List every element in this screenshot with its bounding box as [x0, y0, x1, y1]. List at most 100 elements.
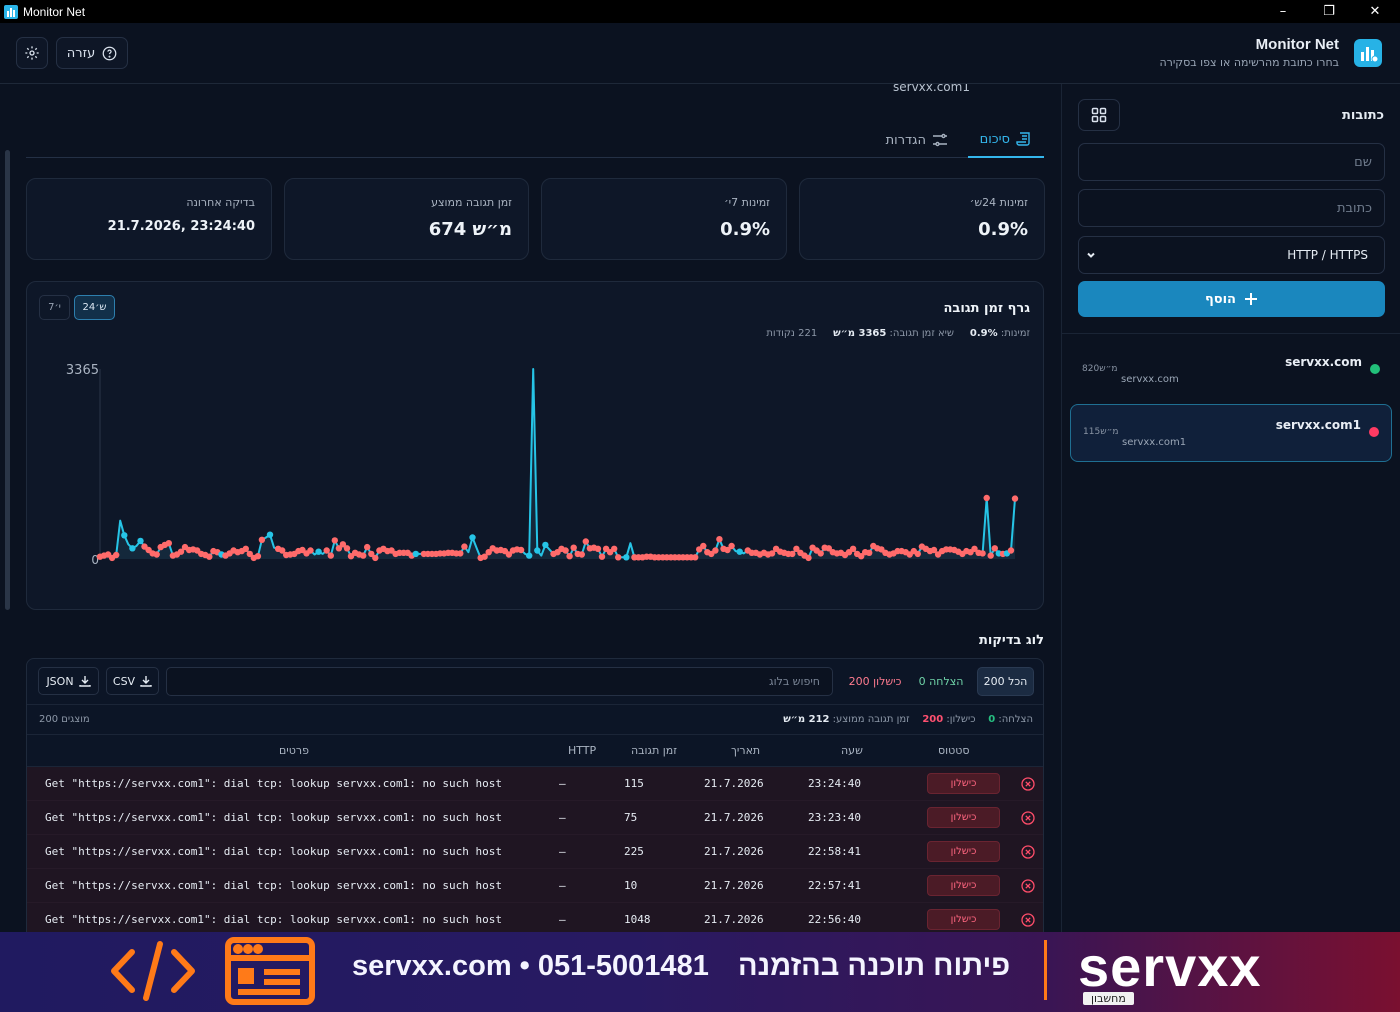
- cell-time: 22:58:41: [808, 845, 861, 858]
- close-button[interactable]: ✕: [1352, 0, 1398, 23]
- data-point[interactable]: [129, 545, 136, 552]
- data-point[interactable]: [578, 551, 585, 558]
- data-point[interactable]: [323, 547, 330, 554]
- table-row[interactable]: Get "https://servxx.com1": dial tcp: loo…: [27, 835, 1043, 869]
- data-point[interactable]: [849, 545, 857, 552]
- data-point[interactable]: [343, 545, 351, 552]
- data-point[interactable]: [534, 547, 541, 554]
- data-point[interactable]: [242, 545, 249, 552]
- data-point[interactable]: [692, 554, 699, 561]
- data-point[interactable]: [307, 547, 314, 554]
- data-point[interactable]: [266, 531, 274, 538]
- data-point[interactable]: [594, 545, 602, 552]
- minimize-button[interactable]: –: [1260, 0, 1306, 23]
- data-point[interactable]: [805, 554, 812, 562]
- error-circle-icon: [1021, 913, 1035, 927]
- data-point[interactable]: [206, 553, 213, 560]
- data-point[interactable]: [457, 550, 464, 557]
- add-label: הוסף: [1204, 291, 1236, 307]
- data-point[interactable]: [1007, 547, 1015, 554]
- cell-details: Get "https://servxx.com1": dial tcp: loo…: [45, 913, 502, 926]
- data-point[interactable]: [542, 541, 549, 549]
- data-point[interactable]: [364, 543, 371, 551]
- data-point[interactable]: [372, 554, 379, 562]
- data-point[interactable]: [914, 550, 921, 558]
- data-point[interactable]: [469, 534, 476, 541]
- data-point[interactable]: [582, 538, 589, 545]
- data-point[interactable]: [327, 552, 334, 559]
- data-point[interactable]: [570, 544, 577, 551]
- data-point[interactable]: [736, 548, 743, 555]
- data-point[interactable]: [121, 532, 128, 539]
- table-row[interactable]: Get "https://servxx.com1": dial tcp: loo…: [27, 767, 1043, 801]
- data-point[interactable]: [615, 554, 622, 561]
- filter-success-button[interactable]: הצלחה 0: [911, 667, 971, 696]
- cell-date: 21.7.2026: [704, 879, 764, 892]
- tab-bar: סיכום הגדרות: [26, 122, 1044, 158]
- data-point[interactable]: [566, 553, 573, 560]
- data-point[interactable]: [598, 553, 606, 560]
- main-scrollbar[interactable]: [2, 84, 10, 932]
- data-point[interactable]: [562, 547, 569, 554]
- data-point[interactable]: [526, 552, 533, 559]
- data-point[interactable]: [817, 550, 824, 557]
- settings-button[interactable]: [16, 37, 48, 69]
- data-point[interactable]: [315, 548, 322, 555]
- data-point[interactable]: [728, 542, 735, 550]
- log-search-input[interactable]: [166, 667, 833, 696]
- data-point[interactable]: [137, 537, 144, 545]
- data-point[interactable]: [331, 537, 338, 544]
- data-point[interactable]: [866, 549, 873, 556]
- address-input[interactable]: [1078, 189, 1385, 227]
- site-item-servxx-com1[interactable]: servxx.com1 servxx.com1 115מ״ש: [1070, 404, 1392, 462]
- tab-summary[interactable]: סיכום: [967, 122, 1044, 158]
- download-icon: [140, 676, 152, 687]
- cell-response: 225: [624, 845, 644, 858]
- range-24h-button[interactable]: 24ש׳: [74, 295, 115, 320]
- table-row[interactable]: Get "https://servxx.com1": dial tcp: loo…: [27, 801, 1043, 835]
- data-point[interactable]: [412, 550, 419, 558]
- table-row[interactable]: Get "https://servxx.com1": dial tcp: loo…: [27, 903, 1043, 932]
- site-item-servxx-com[interactable]: servxx.com servxx.com 820מ״ש: [1070, 342, 1392, 400]
- data-point[interactable]: [254, 553, 262, 560]
- cell-response: 1048: [624, 913, 651, 926]
- data-point[interactable]: [983, 494, 990, 502]
- data-point[interactable]: [789, 550, 796, 558]
- filter-failure-button[interactable]: כישלון 200: [842, 667, 908, 696]
- data-point[interactable]: [113, 551, 120, 559]
- overview-button[interactable]: [1078, 99, 1120, 131]
- col-details: פרטים: [279, 744, 309, 757]
- data-point[interactable]: [461, 543, 468, 550]
- data-point[interactable]: [165, 540, 172, 547]
- stats-avail-label: זמינות:: [1000, 328, 1030, 339]
- data-point[interactable]: [700, 542, 707, 550]
- data-point[interactable]: [991, 545, 998, 552]
- add-address-button[interactable]: הוסף: [1078, 281, 1385, 317]
- data-point[interactable]: [712, 547, 719, 554]
- main-scrollbar-thumb[interactable]: [5, 150, 10, 610]
- table-row[interactable]: Get "https://servxx.com1": dial tcp: loo…: [27, 869, 1043, 903]
- data-point[interactable]: [987, 552, 994, 559]
- data-point[interactable]: [360, 552, 367, 559]
- json-export-button[interactable]: JSON: [38, 667, 99, 695]
- card-availability-7d: זמינות 7י׳ 0.9%: [541, 178, 787, 260]
- maximize-button[interactable]: ❐: [1306, 0, 1352, 23]
- data-point[interactable]: [1011, 495, 1019, 502]
- tab-settings[interactable]: הגדרות: [874, 122, 960, 158]
- data-point[interactable]: [611, 545, 618, 552]
- data-point[interactable]: [153, 551, 160, 558]
- data-point[interactable]: [979, 550, 986, 557]
- range-7d-button[interactable]: 7י׳: [39, 295, 70, 320]
- filter-all-button[interactable]: הכל 200: [977, 667, 1034, 696]
- data-point[interactable]: [623, 554, 630, 561]
- csv-export-button[interactable]: CSV: [106, 667, 159, 695]
- data-point[interactable]: [258, 536, 266, 543]
- help-button[interactable]: עזרה: [56, 37, 128, 69]
- data-point[interactable]: [716, 536, 723, 543]
- name-input[interactable]: [1078, 143, 1385, 181]
- app-icon: [4, 4, 18, 19]
- card-value: 21.7.2026, 23:24:40: [107, 219, 255, 234]
- protocol-select[interactable]: HTTP / HTTPS: [1078, 236, 1385, 274]
- promo-banner[interactable]: servxx.com • 051-5001481 פיתוח תוכנה בהז…: [0, 932, 1400, 1012]
- data-point[interactable]: [517, 546, 525, 554]
